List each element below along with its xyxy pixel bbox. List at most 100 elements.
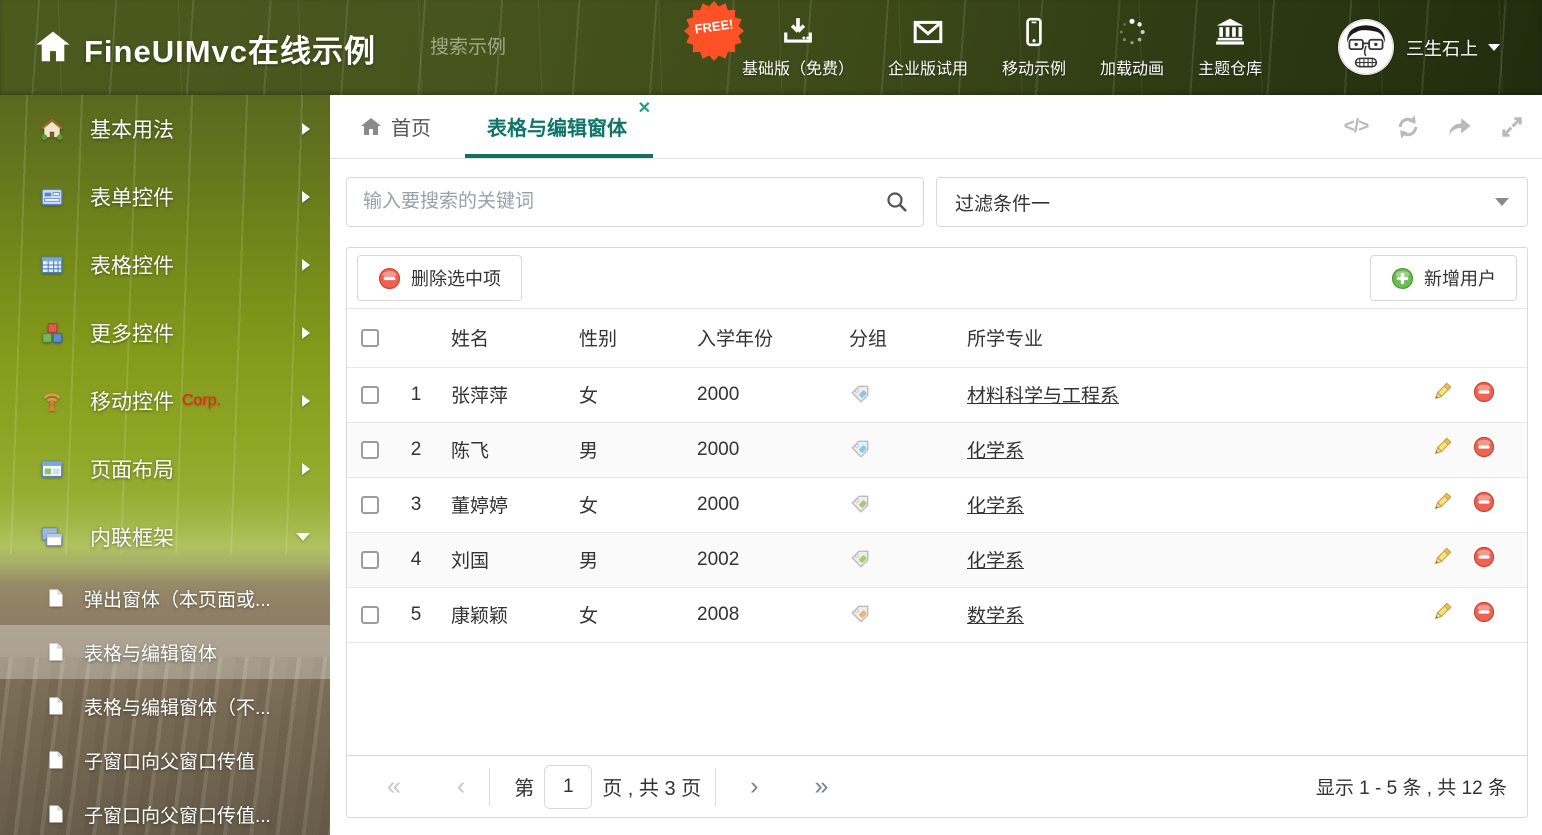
sidebar-item[interactable]: 基本用法 bbox=[0, 95, 330, 163]
edit-pencil-icon[interactable] bbox=[1431, 546, 1453, 568]
sidebar-item[interactable]: 更多控件 bbox=[0, 299, 330, 367]
avatar[interactable] bbox=[1338, 19, 1394, 75]
share-forward-icon[interactable] bbox=[1446, 114, 1474, 140]
table-row: 1 张萍萍 女 2000 材料科学与工程系 bbox=[347, 367, 1527, 422]
tag-icon bbox=[849, 383, 871, 405]
close-icon[interactable]: ✕ bbox=[638, 101, 651, 117]
delete-selected-label: 删除选中项 bbox=[411, 269, 501, 289]
sidebar: 基本用法 表单控件 表格控件 更多控件 移动控件 Corp. 页面布局 内联框架 bbox=[0, 95, 330, 835]
chevron-icon bbox=[302, 123, 310, 135]
home-logo-icon[interactable] bbox=[34, 28, 72, 66]
header-nav-item[interactable]: 企业版试用 bbox=[888, 16, 968, 79]
delete-selected-button[interactable]: 删除选中项 bbox=[357, 255, 522, 301]
sidebar-item[interactable]: 表单控件 bbox=[0, 163, 330, 231]
sidebar-subitem[interactable]: 子窗口向父窗口传值... bbox=[0, 787, 330, 835]
row-checkbox[interactable] bbox=[361, 385, 379, 404]
sidebar-item-label: 更多控件 bbox=[90, 323, 174, 346]
row-checkbox[interactable] bbox=[361, 440, 379, 459]
sidebar-item[interactable]: 移动控件 Corp. bbox=[0, 367, 330, 435]
major-link[interactable]: 化学系 bbox=[967, 551, 1024, 572]
major-link[interactable]: 化学系 bbox=[967, 441, 1024, 462]
prev-page-button[interactable]: ‹ bbox=[457, 774, 465, 799]
row-checkbox[interactable] bbox=[361, 605, 379, 624]
grid-toolbar: 删除选中项 新增用户 bbox=[347, 248, 1527, 309]
sidebar-menu: 基本用法 表单控件 表格控件 更多控件 移动控件 Corp. 页面布局 内联框架 bbox=[0, 95, 330, 835]
edit-pencil-icon[interactable] bbox=[1431, 491, 1453, 513]
delete-row-icon[interactable] bbox=[1473, 381, 1495, 403]
header-nav-item[interactable]: 主题仓库 bbox=[1198, 16, 1262, 79]
tab-home[interactable]: 首页 bbox=[352, 95, 439, 158]
last-page-button[interactable]: » bbox=[814, 774, 828, 799]
row-checkbox[interactable] bbox=[361, 550, 379, 569]
tab-home-label: 首页 bbox=[391, 118, 431, 140]
tab-active[interactable]: 表格与编辑窗体 ✕ bbox=[465, 95, 653, 158]
edit-pencil-icon[interactable] bbox=[1431, 436, 1453, 458]
filter-dropdown[interactable]: 过滤条件一 bbox=[936, 177, 1528, 227]
source-code-icon[interactable]: </> bbox=[1342, 114, 1370, 140]
page-number-input[interactable] bbox=[544, 764, 593, 809]
header-nav-label: 基础版（免费） bbox=[742, 61, 855, 78]
sidebar-subitem[interactable]: 表格与编辑窗体（不... bbox=[0, 679, 330, 733]
sidebar-subitem-label: 子窗口向父窗口传值 bbox=[84, 751, 256, 773]
page-suffix: 页 , 共 3 页 bbox=[602, 778, 702, 800]
sidebar-subitem[interactable]: 弹出窗体（本页面或... bbox=[0, 571, 330, 625]
download-icon bbox=[782, 16, 814, 48]
next-page-button[interactable]: › bbox=[750, 774, 758, 799]
header-nav: 基础版（免费） 企业版试用 移动示例 加载动画 主题仓库 bbox=[742, 0, 1262, 95]
delete-row-icon[interactable] bbox=[1473, 436, 1495, 458]
delete-row-icon[interactable] bbox=[1473, 491, 1495, 513]
document-icon bbox=[46, 696, 66, 716]
tab-tools: </> bbox=[1342, 95, 1526, 159]
sidebar-subitem-label: 弹出窗体（本页面或... bbox=[84, 589, 271, 611]
sidebar-item[interactable]: 页面布局 bbox=[0, 435, 330, 503]
bank-icon bbox=[1214, 16, 1246, 48]
select-all-checkbox[interactable] bbox=[361, 328, 379, 347]
delete-row-icon[interactable] bbox=[1473, 546, 1495, 568]
edit-pencil-icon[interactable] bbox=[1431, 381, 1453, 403]
sidebar-item-label: 移动控件 bbox=[90, 391, 174, 414]
expand-icon[interactable] bbox=[1498, 114, 1526, 140]
header-nav-item[interactable]: 移动示例 bbox=[1002, 16, 1066, 79]
header-nav-item[interactable]: 基础版（免费） bbox=[742, 16, 854, 79]
sidebar-item[interactable]: 内联框架 bbox=[0, 503, 330, 571]
search-icon[interactable] bbox=[885, 190, 909, 214]
delete-row-icon[interactable] bbox=[1473, 601, 1495, 623]
major-link[interactable]: 化学系 bbox=[967, 496, 1024, 517]
home-icon bbox=[40, 117, 64, 141]
keyword-search-input[interactable] bbox=[363, 191, 885, 213]
pager-divider bbox=[489, 767, 491, 806]
filter-dropdown-value: 过滤条件一 bbox=[955, 193, 1051, 215]
app-header: FineUIMvc在线示例 FREE! 基础版（免费） 企业版试用 移动示例 加… bbox=[0, 0, 1542, 95]
user-menu[interactable]: 三生石上 bbox=[1406, 0, 1500, 95]
mobile-icon bbox=[1018, 16, 1050, 48]
col-header-year: 入学年份 bbox=[697, 329, 774, 351]
cell-name: 董婷婷 bbox=[451, 496, 509, 517]
spinner-icon bbox=[1116, 16, 1148, 48]
header-nav-item[interactable]: 加载动画 bbox=[1100, 16, 1164, 79]
chevron-icon bbox=[302, 463, 310, 475]
table-header-row: 姓名 性别 入学年份 分组 所学专业 bbox=[347, 309, 1527, 367]
col-header-major: 所学专业 bbox=[967, 329, 1044, 351]
first-page-button[interactable]: « bbox=[387, 774, 401, 799]
major-link[interactable]: 数学系 bbox=[967, 606, 1024, 627]
chevron-down-icon bbox=[1488, 44, 1500, 51]
chevron-icon bbox=[302, 191, 310, 203]
row-number: 1 bbox=[410, 383, 422, 405]
sidebar-subitem[interactable]: 子窗口向父窗口传值 bbox=[0, 733, 330, 787]
tag-icon bbox=[849, 548, 871, 570]
table-row: 4 刘国 男 2002 化学系 bbox=[347, 532, 1527, 587]
refresh-icon[interactable] bbox=[1394, 114, 1422, 140]
content: 过滤条件一 删除选中项 新增用户 bbox=[330, 159, 1542, 818]
tab-active-label: 表格与编辑窗体 bbox=[487, 118, 627, 140]
envelope-icon bbox=[912, 16, 944, 48]
add-user-button[interactable]: 新增用户 bbox=[1370, 255, 1517, 301]
col-header-group: 分组 bbox=[849, 329, 888, 351]
sidebar-item[interactable]: 表格控件 bbox=[0, 231, 330, 299]
cell-name: 张萍萍 bbox=[451, 386, 509, 407]
header-search-input[interactable] bbox=[430, 37, 675, 59]
row-checkbox[interactable] bbox=[361, 495, 379, 514]
sidebar-subitem[interactable]: 表格与编辑窗体 bbox=[0, 625, 330, 679]
edit-pencil-icon[interactable] bbox=[1431, 601, 1453, 623]
username: 三生石上 bbox=[1406, 38, 1478, 59]
major-link[interactable]: 材料科学与工程系 bbox=[967, 386, 1119, 407]
